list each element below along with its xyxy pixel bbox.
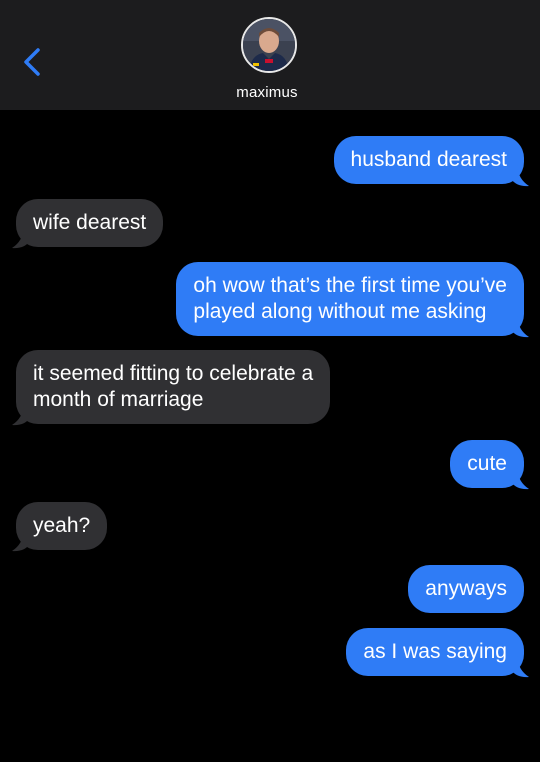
person-photo-icon [243, 19, 295, 71]
message-text: husband dearest [350, 148, 507, 171]
chevron-left-icon [24, 48, 40, 76]
back-button[interactable] [18, 42, 48, 82]
message-text: wife dearest [33, 211, 147, 234]
message-bubble-received[interactable]: it seemed fitting to celebrate a month o… [16, 350, 331, 424]
message-bubble-sent[interactable]: oh wow that’s the first time you’ve play… [176, 262, 524, 336]
bubble-tail [511, 316, 531, 338]
message-text-line: it seemed fitting to celebrate a [33, 362, 314, 385]
message-bubble-sent[interactable]: anyways [408, 565, 524, 613]
bubble-tail [10, 404, 30, 426]
message-bubble-sent[interactable]: husband dearest [333, 136, 524, 184]
message-text-line: month of marriage [33, 388, 204, 411]
avatar[interactable] [241, 17, 297, 73]
contact-name[interactable]: maximus [0, 84, 534, 101]
bubble-tail [511, 165, 531, 187]
bubble-tail [10, 530, 30, 552]
message-text: as I was saying [363, 640, 507, 663]
message-text-line: oh wow that’s the first time you’ve [193, 274, 507, 297]
message-text: anyways [425, 577, 507, 600]
bubble-tail [10, 227, 30, 249]
conversation-header: maximus [0, 0, 540, 110]
message-text-line: played along without me asking [193, 300, 487, 323]
bubble-tail [511, 656, 531, 678]
message-text: cute [467, 452, 507, 475]
message-text: yeah? [33, 514, 91, 537]
message-bubble-received[interactable]: wife dearest [16, 199, 164, 247]
bubble-tail [511, 468, 531, 490]
message-bubble-sent[interactable]: as I was saying [346, 628, 524, 676]
